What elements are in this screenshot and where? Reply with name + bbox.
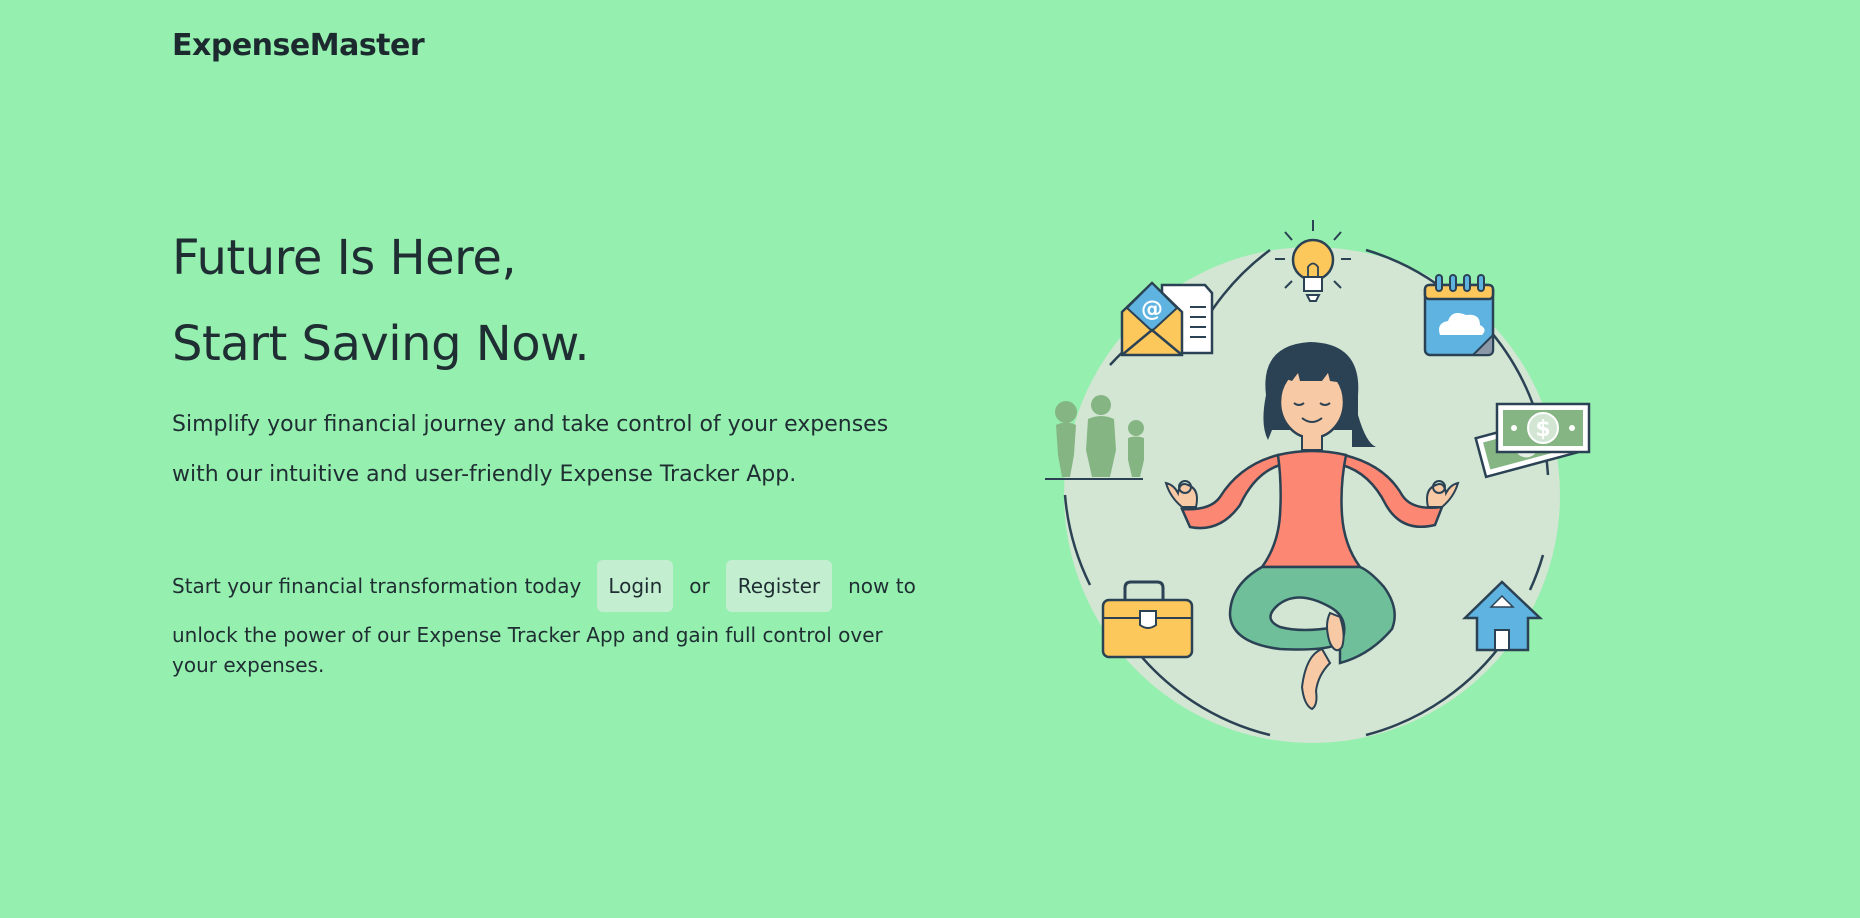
calendar-cloud-icon: [1423, 274, 1495, 357]
cta-section: Start your financial transformation toda…: [172, 560, 952, 680]
register-button[interactable]: Register: [725, 560, 833, 612]
svg-text:$: $: [1535, 417, 1550, 442]
brand-logo[interactable]: ExpenseMaster: [172, 28, 425, 63]
login-button[interactable]: Login: [597, 560, 674, 612]
cta-or-text: or: [689, 574, 710, 598]
cta-text-before: Start your financial transformation toda…: [172, 574, 582, 598]
intro-line-2: with our intuitive and user-friendly Exp…: [172, 462, 797, 487]
headline-line-1: Future Is Here,: [172, 230, 517, 286]
cta-text-rest: unlock the power of our Expense Tracker …: [172, 623, 883, 677]
hero-headline: Future Is Here, Start Saving Now.: [172, 215, 590, 387]
meditation-illustration: @ $: [1045, 220, 1591, 743]
intro-line-1: Simplify your financial journey and take…: [172, 412, 889, 437]
cta-text-after: now to: [848, 574, 916, 598]
hero-intro: Simplify your financial journey and take…: [172, 400, 932, 500]
svg-text:@: @: [1141, 297, 1163, 322]
headline-line-2: Start Saving Now.: [172, 316, 590, 372]
